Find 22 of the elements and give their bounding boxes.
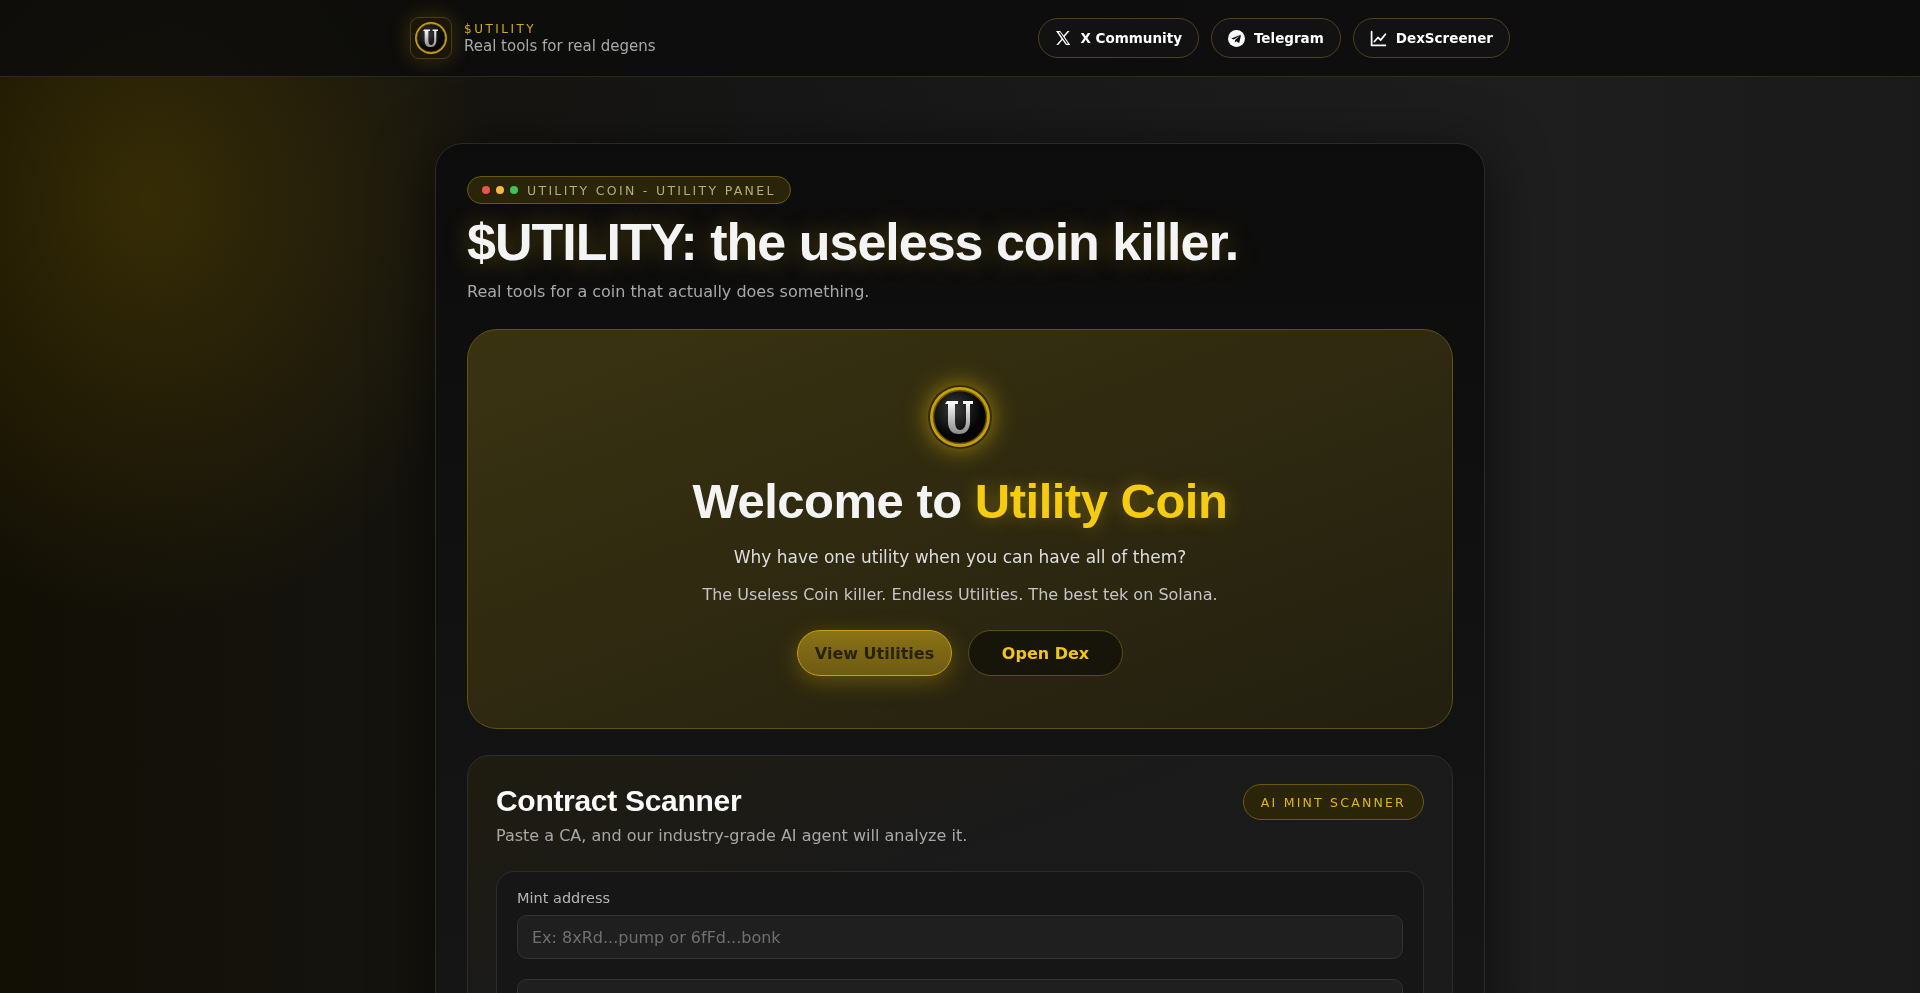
mint-address-field[interactable]: Ex: 8xRd...pump or 6fFd...bonk	[517, 915, 1403, 959]
nav-link[interactable]: DexScreener	[1352, 18, 1510, 58]
coin-logo-icon	[414, 21, 448, 55]
scanner-title: Contract Scanner	[496, 784, 742, 818]
scanner-description: Paste a CA, and our industry-grade AI agent will analyze it.	[496, 826, 969, 845]
coin-logo-icon	[928, 385, 992, 449]
line-chart-icon	[1369, 29, 1387, 47]
page-subtitle: Real tools for a coin that actually does something.	[467, 282, 871, 301]
paper-plane-icon	[1227, 29, 1245, 47]
brand-name: $UTILITY	[464, 21, 538, 36]
badge-label: UTILITY COIN - UTILITY PANEL	[527, 182, 776, 198]
hero-text: The Useless Coin killer. Endless Utilities. The best tek on Solana.	[702, 585, 1218, 604]
x-logo-icon	[1055, 30, 1072, 46]
hero-lead: Why have one utility when you can have all of them?	[733, 547, 1187, 567]
page-title: $UTILITY: the useless coin killer.	[467, 212, 1240, 272]
brand-tagline: Real tools for real degens	[464, 36, 656, 55]
nav-link[interactable]: Telegram	[1210, 18, 1341, 58]
field-label: Mint address	[517, 890, 611, 906]
open-dex-button[interactable]: Open Dex	[968, 630, 1123, 676]
nav-link[interactable]: X Community	[1038, 18, 1199, 58]
scanner-badge: AI MINT SCANNER	[1242, 784, 1424, 820]
hero-title: Welcome to Utility Coin	[692, 473, 1228, 529]
